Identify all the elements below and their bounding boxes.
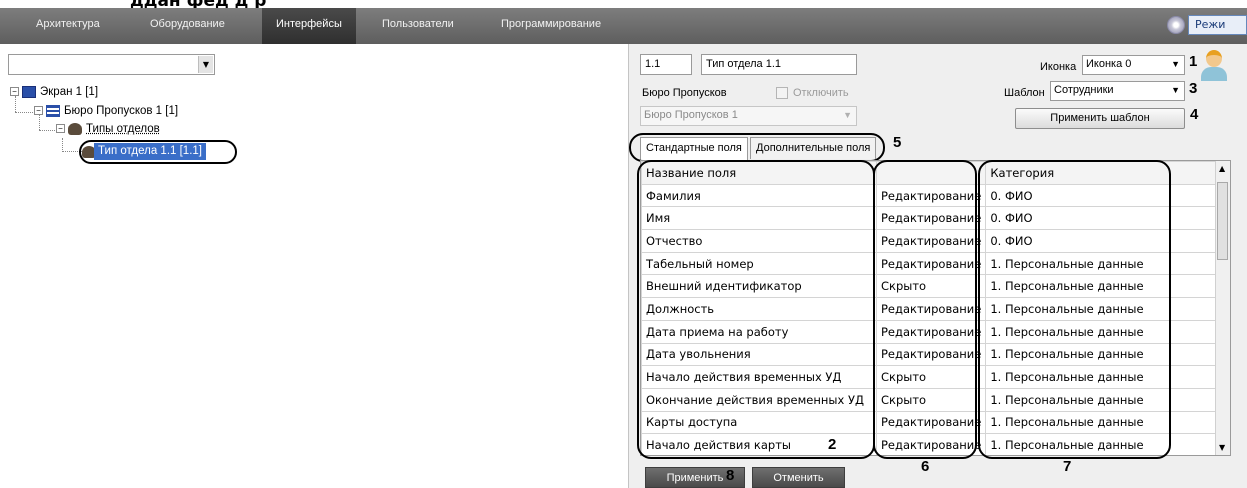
icon-combo[interactable]: Иконка 0 ▼ xyxy=(1082,55,1185,75)
settings-icon[interactable] xyxy=(1167,16,1185,34)
annotation-4: 4 xyxy=(1190,106,1199,123)
tree-connector xyxy=(15,112,35,113)
annotation-1: 1 xyxy=(1189,53,1198,70)
menu-item-equipment[interactable]: Оборудование xyxy=(136,8,239,44)
icon-combo-value: Иконка 0 xyxy=(1086,58,1132,70)
menu-item-interfaces[interactable]: Интерфейсы xyxy=(262,8,356,44)
annotation-5: 5 xyxy=(893,134,902,151)
tree-connector xyxy=(62,138,63,152)
list-icon xyxy=(46,104,60,117)
highlight-oval xyxy=(978,160,1171,459)
app-window: ддан фед д р Архитектура Оборудование Ин… xyxy=(0,0,1247,488)
menu-item-users[interactable]: Пользователи xyxy=(368,8,468,44)
mode-button[interactable]: Режи xyxy=(1188,15,1247,35)
template-combo-value: Сотрудники xyxy=(1054,84,1114,96)
cancel-button[interactable]: Отменить xyxy=(752,467,845,488)
collapse-icon[interactable]: − xyxy=(56,124,65,134)
monitor-icon xyxy=(22,85,36,98)
icon-label: Иконка xyxy=(1040,61,1077,73)
template-label: Шаблон xyxy=(1004,87,1045,99)
disable-label: Отключить xyxy=(793,87,849,99)
object-filter-combo[interactable]: ▼ xyxy=(8,54,215,75)
menu-item-programming[interactable]: Программирование xyxy=(487,8,615,44)
chevron-down-icon: ▼ xyxy=(1171,85,1180,95)
collapse-icon[interactable]: − xyxy=(34,106,43,116)
tree-node-label: Типы отделов xyxy=(86,123,160,135)
tree-node-types[interactable]: − Типы отделов xyxy=(56,120,160,138)
people-icon xyxy=(68,122,82,135)
annotation-3: 3 xyxy=(1189,80,1198,97)
menu-item-architecture[interactable]: Архитектура xyxy=(22,8,114,44)
highlight-oval xyxy=(637,160,875,459)
name-field[interactable]: Тип отдела 1.1 xyxy=(701,54,857,75)
id-field[interactable]: 1.1 xyxy=(640,54,692,75)
tree-node-label: Экран 1 [1] xyxy=(40,86,99,98)
disable-checkbox[interactable] xyxy=(776,87,788,99)
tree-node-selected[interactable]: Тип отдела 1.1 [1.1] xyxy=(94,143,206,160)
highlight-oval xyxy=(873,160,977,459)
avatar xyxy=(1199,47,1229,81)
chevron-down-icon: ▼ xyxy=(198,56,213,73)
scroll-up-icon[interactable]: ▲ xyxy=(1219,164,1225,173)
tree-connector xyxy=(39,130,57,131)
scroll-thumb[interactable] xyxy=(1217,182,1228,260)
collapse-icon[interactable]: − xyxy=(10,87,19,97)
apply-template-button[interactable]: Применить шаблон xyxy=(1015,108,1185,129)
tree-node-label: Бюро Пропусков 1 [1] xyxy=(64,105,179,117)
tree-node-bureau[interactable]: − Бюро Пропусков 1 [1] xyxy=(34,102,178,120)
top-bar: ддан фед д р Архитектура Оборудование Ин… xyxy=(0,0,1247,44)
annotation-6: 6 xyxy=(921,458,930,475)
annotation-7: 7 xyxy=(1063,458,1072,475)
scroll-down-icon[interactable]: ▼ xyxy=(1219,443,1225,452)
tree-node-screen[interactable]: − Экран 1 [1] xyxy=(10,83,98,101)
annotation-8: 8 xyxy=(726,467,735,484)
template-combo[interactable]: Сотрудники ▼ xyxy=(1050,81,1185,101)
chevron-down-icon: ▼ xyxy=(1171,59,1180,69)
annotation-2: 2 xyxy=(828,436,837,453)
chevron-down-icon: ▼ xyxy=(843,110,852,120)
apply-button-label: Применить xyxy=(666,472,724,484)
bureau-combo: Бюро Пропусков 1 ▼ xyxy=(640,106,857,126)
highlight-oval xyxy=(629,133,885,162)
bureau-combo-value: Бюро Пропусков 1 xyxy=(644,109,738,121)
bureau-label: Бюро Пропусков xyxy=(642,87,727,99)
